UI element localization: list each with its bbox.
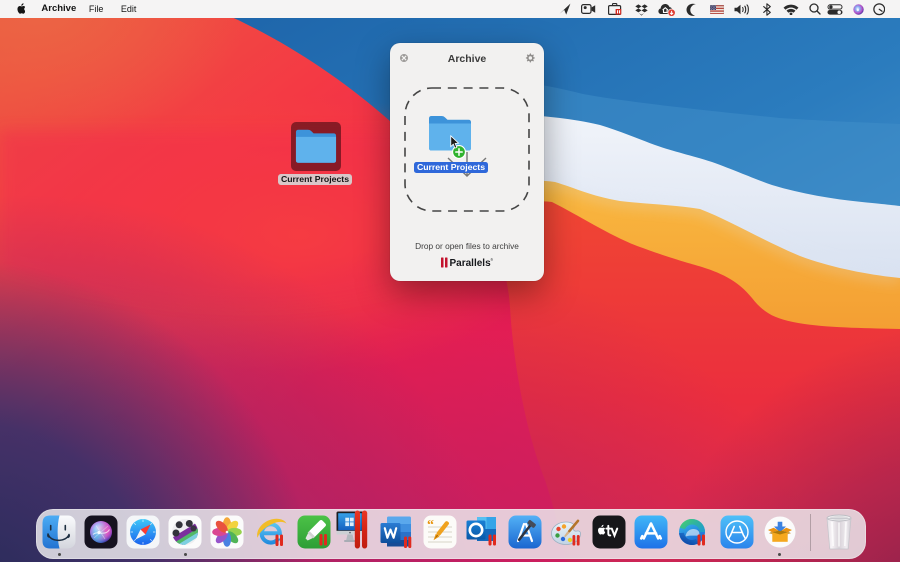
svg-text:®: ®	[491, 258, 494, 262]
svg-text:“: “	[427, 518, 434, 533]
svg-text:Parallels: Parallels	[450, 258, 492, 268]
